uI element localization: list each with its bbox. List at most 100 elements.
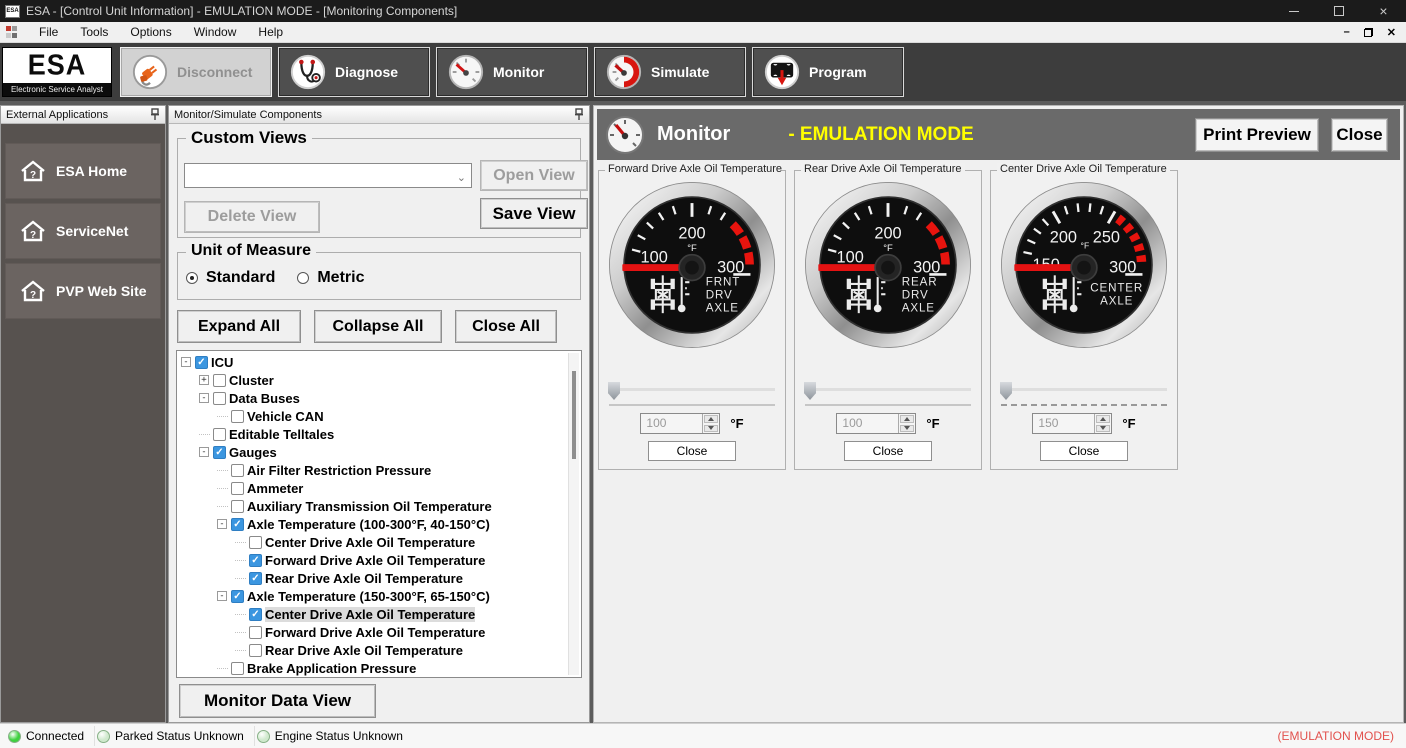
- node-checkbox[interactable]: ✓: [231, 518, 244, 531]
- spin-up-button[interactable]: [704, 415, 718, 423]
- node-checkbox[interactable]: [249, 626, 262, 639]
- tree-node-label[interactable]: Editable Telltales: [229, 427, 334, 442]
- gauge-close-button[interactable]: Close: [1040, 441, 1128, 461]
- menu-tools[interactable]: Tools: [69, 22, 119, 42]
- node-checkbox[interactable]: [231, 500, 244, 513]
- sidebar-item-pvp-web-site[interactable]: ? PVP Web Site: [5, 263, 161, 319]
- standard-radio[interactable]: [186, 272, 198, 284]
- spin-down-button[interactable]: [704, 425, 718, 433]
- tree-node[interactable]: Center Drive Axle Oil Temperature: [179, 533, 567, 551]
- tree-node[interactable]: -✓Gauges: [179, 443, 567, 461]
- collapse-toggle-icon[interactable]: -: [181, 357, 191, 367]
- tree-node[interactable]: ✓Center Drive Axle Oil Temperature: [179, 605, 567, 623]
- menu-file[interactable]: File: [28, 22, 69, 42]
- gauge-close-button[interactable]: Close: [648, 441, 736, 461]
- monitor-close-button[interactable]: Close: [1331, 118, 1388, 152]
- restore-button[interactable]: [1316, 0, 1361, 22]
- tree-node-label[interactable]: Gauges: [229, 445, 277, 460]
- node-checkbox[interactable]: ✓: [231, 590, 244, 603]
- tree-node-label[interactable]: Air Filter Restriction Pressure: [247, 463, 431, 478]
- minimize-button[interactable]: [1271, 0, 1316, 22]
- collapse-toggle-icon[interactable]: -: [217, 591, 227, 601]
- tree-node[interactable]: - Data Buses: [179, 389, 567, 407]
- slider-thumb[interactable]: [804, 382, 816, 400]
- gauge-value-input[interactable]: 150: [1032, 413, 1112, 434]
- tree-node[interactable]: ✓Forward Drive Axle Oil Temperature: [179, 551, 567, 569]
- close-window-button[interactable]: ×: [1361, 0, 1406, 22]
- node-checkbox[interactable]: ✓: [249, 608, 262, 621]
- tree-node-label[interactable]: Axle Temperature (150-300°F, 65-150°C): [247, 589, 490, 604]
- mdi-restore-button[interactable]: [1364, 28, 1373, 37]
- tree-node[interactable]: + Cluster: [179, 371, 567, 389]
- node-checkbox[interactable]: [231, 482, 244, 495]
- tree-node-label[interactable]: ICU: [211, 355, 233, 370]
- tree-node-label[interactable]: Center Drive Axle Oil Temperature: [265, 607, 475, 622]
- slider-thumb[interactable]: [1000, 382, 1012, 400]
- monitor-data-view-button[interactable]: Monitor Data View: [179, 684, 376, 718]
- spin-down-button[interactable]: [1096, 425, 1110, 433]
- tree-node[interactable]: Air Filter Restriction Pressure: [179, 461, 567, 479]
- metric-radio[interactable]: [297, 272, 309, 284]
- gauge-value-slider[interactable]: [804, 381, 972, 407]
- tree-node-label[interactable]: Rear Drive Axle Oil Temperature: [265, 643, 463, 658]
- node-checkbox[interactable]: ✓: [195, 356, 208, 369]
- tree-node[interactable]: Ammeter: [179, 479, 567, 497]
- diagnose-button[interactable]: Diagnose: [278, 47, 430, 97]
- tree-node[interactable]: Auxiliary Transmission Oil Temperature: [179, 497, 567, 515]
- tree-node-label[interactable]: Rear Drive Axle Oil Temperature: [265, 571, 463, 586]
- pin-icon[interactable]: [150, 108, 160, 121]
- collapse-toggle-icon[interactable]: -: [199, 393, 209, 403]
- gauge-value-input[interactable]: 100: [836, 413, 916, 434]
- node-checkbox[interactable]: ✓: [213, 446, 226, 459]
- menu-window[interactable]: Window: [183, 22, 248, 42]
- spin-up-button[interactable]: [900, 415, 914, 423]
- disconnect-button[interactable]: Disconnect: [120, 47, 272, 97]
- node-checkbox[interactable]: ✓: [249, 572, 262, 585]
- tree-node-label[interactable]: Forward Drive Axle Oil Temperature: [265, 625, 485, 640]
- metric-radio-label[interactable]: Metric: [317, 269, 364, 287]
- gauge-value-slider[interactable]: [608, 381, 776, 407]
- custom-views-select[interactable]: ⌄: [184, 163, 472, 188]
- close-all-button[interactable]: Close All: [455, 310, 557, 343]
- tree-node-label[interactable]: Ammeter: [247, 481, 303, 496]
- mdi-minimize-button[interactable]: –: [1344, 26, 1350, 38]
- mdi-close-button[interactable]: ✕: [1387, 26, 1396, 39]
- node-checkbox[interactable]: [231, 464, 244, 477]
- sidebar-item-servicenet[interactable]: ? ServiceNet: [5, 203, 161, 259]
- collapse-all-button[interactable]: Collapse All: [314, 310, 442, 343]
- tree-node-label[interactable]: Forward Drive Axle Oil Temperature: [265, 553, 485, 568]
- node-checkbox[interactable]: [249, 536, 262, 549]
- expand-all-button[interactable]: Expand All: [177, 310, 301, 343]
- monitor-button[interactable]: Monitor: [436, 47, 588, 97]
- simulate-button[interactable]: Simulate: [594, 47, 746, 97]
- expand-toggle-icon[interactable]: +: [199, 375, 209, 385]
- tree-scrollbar[interactable]: [568, 353, 579, 675]
- menu-options[interactable]: Options: [119, 22, 182, 42]
- gauge-value-input[interactable]: 100: [640, 413, 720, 434]
- node-checkbox[interactable]: [231, 410, 244, 423]
- tree-node[interactable]: -✓ICU: [179, 353, 567, 371]
- delete-view-button[interactable]: Delete View: [184, 201, 320, 233]
- program-button[interactable]: Program: [752, 47, 904, 97]
- collapse-toggle-icon[interactable]: -: [217, 519, 227, 529]
- tree-node[interactable]: Brake Application Pressure: [179, 659, 567, 677]
- collapse-toggle-icon[interactable]: -: [199, 447, 209, 457]
- gauge-close-button[interactable]: Close: [844, 441, 932, 461]
- tree-scrollbar-thumb[interactable]: [572, 371, 576, 459]
- node-checkbox[interactable]: ✓: [249, 554, 262, 567]
- node-checkbox[interactable]: [231, 662, 244, 675]
- node-checkbox[interactable]: [213, 392, 226, 405]
- tree-node-label[interactable]: Data Buses: [229, 391, 300, 406]
- gauge-value-slider[interactable]: [1000, 381, 1168, 407]
- tree-node-label[interactable]: Cluster: [229, 373, 274, 388]
- tree-node-label[interactable]: Axle Temperature (100-300°F, 40-150°C): [247, 517, 490, 532]
- tree-node[interactable]: -✓Axle Temperature (150-300°F, 65-150°C): [179, 587, 567, 605]
- node-checkbox[interactable]: [213, 374, 226, 387]
- print-preview-button[interactable]: Print Preview: [1195, 118, 1319, 152]
- standard-radio-label[interactable]: Standard: [206, 269, 275, 287]
- tree-node[interactable]: Editable Telltales: [179, 425, 567, 443]
- spin-up-button[interactable]: [1096, 415, 1110, 423]
- tree-node-label[interactable]: Vehicle CAN: [247, 409, 324, 424]
- node-checkbox[interactable]: [249, 644, 262, 657]
- open-view-button[interactable]: Open View: [480, 160, 588, 191]
